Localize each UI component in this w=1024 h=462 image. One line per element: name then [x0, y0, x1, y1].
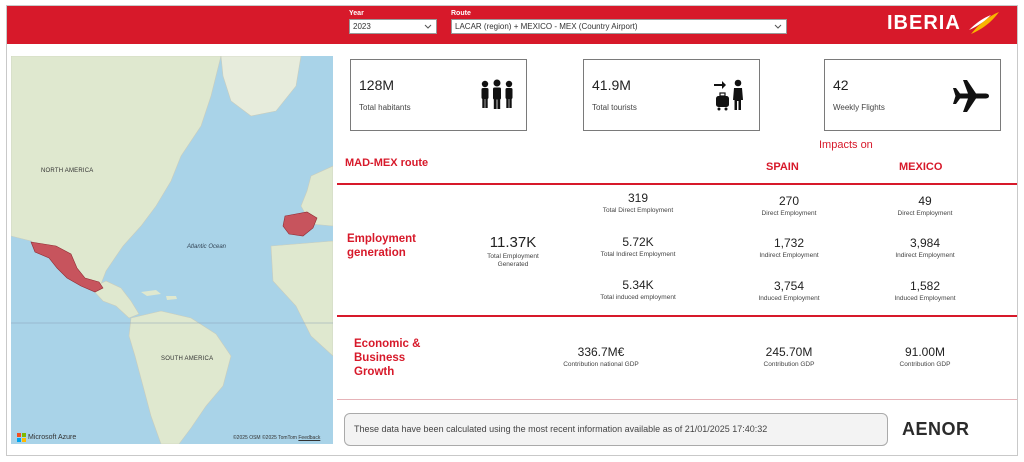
spain-induced-employment: 3,754 Induced Employment [724, 279, 854, 303]
world-map-graphic [11, 56, 333, 444]
kpi-value: 42 [833, 77, 849, 93]
year-filter: Year 2023 [349, 9, 437, 34]
microsoft-logo-icon [17, 433, 26, 442]
tourist-luggage-icon [714, 79, 743, 111]
map-label-north-america: NORTH AMERICA [41, 168, 94, 174]
year-dropdown[interactable]: 2023 [349, 19, 437, 34]
route-title: MAD-MEX route [345, 157, 429, 169]
year-filter-label: Year [349, 10, 364, 17]
economic-section-title: Economic & Business Growth [354, 338, 421, 378]
employment-section-title: Employment generation [347, 233, 417, 259]
divider-line [337, 183, 1017, 185]
mexico-induced-employment: 1,582 Induced Employment [860, 279, 990, 303]
metric-label: Contribution GDP [763, 361, 815, 368]
map-feedback-link[interactable]: Feedback [298, 435, 320, 441]
metric-label: Induced Employment [758, 295, 820, 302]
airplane-icon [953, 80, 989, 112]
data-calculation-note: These data have been calculated using th… [344, 413, 888, 446]
year-dropdown-value: 2023 [353, 22, 371, 31]
route-filter: Route LACAR (region) + MEXICO - MEX (Cou… [451, 9, 787, 34]
metric-value: 319 [627, 191, 649, 205]
metric-value: 336.7M€ [577, 345, 625, 359]
metric-label: Total Direct Employment [602, 207, 674, 214]
map-provider: Microsoft Azure [17, 433, 76, 442]
mexico-gdp-metric: 91.00M Contribution GDP [860, 345, 990, 369]
total-indirect-employment-metric: 5.72K Total Indirect Employment [573, 235, 703, 259]
total-induced-employment-metric: 5.34K Total induced employment [573, 278, 703, 302]
metric-value: 91.00M [904, 345, 946, 359]
metric-value: 1,732 [773, 236, 805, 250]
metric-value: 5.72K [622, 235, 654, 249]
map-copyright-text: ©2025 OSM ©2025 TomTom [233, 435, 297, 441]
iberia-wing-icon [969, 12, 999, 34]
route-map[interactable]: NORTH AMERICA Atlantic Ocean SOUTH AMERI… [11, 56, 333, 444]
metric-label: Indirect Employment [895, 252, 955, 259]
kpi-card-habitants: 128M Total habitants [350, 59, 527, 131]
divider-line [337, 315, 1017, 317]
metric-value: 11.37K [489, 234, 537, 251]
total-employment-metric: 11.37K Total Employment Generated [448, 234, 578, 269]
metric-value: 245.70M [765, 345, 813, 359]
map-copyright: ©2025 OSM ©2025 TomTom Feedback [233, 435, 320, 441]
map-label-south-america: SOUTH AMERICA [161, 356, 214, 362]
kpi-card-tourists: 41.9M Total tourists [583, 59, 760, 131]
kpi-label: Total tourists [592, 103, 637, 112]
metric-value: 5.34K [622, 278, 654, 292]
metric-label: Direct Employment [897, 210, 953, 217]
col-header-spain: SPAIN [766, 161, 799, 173]
metric-label: Induced Employment [894, 295, 956, 302]
national-gdp-metric: 336.7M€ Contribution national GDP [526, 345, 676, 369]
divider-line [337, 399, 1017, 400]
chevron-down-icon [424, 24, 432, 29]
map-provider-text: Microsoft Azure [28, 434, 77, 441]
iberia-logo: IBERIA [883, 10, 1003, 36]
total-direct-employment-metric: 319 Total Direct Employment [573, 191, 703, 215]
impacts-on-label: Impacts on [819, 139, 873, 151]
route-filter-label: Route [451, 10, 471, 17]
kpi-label: Weekly Flights [833, 103, 885, 112]
kpi-card-weekly-flights: 42 Weekly Flights [824, 59, 1001, 131]
metric-label: Direct Employment [761, 210, 817, 217]
metric-value: 49 [918, 194, 932, 208]
metric-label: Contribution national GDP [563, 361, 639, 368]
mexico-indirect-employment: 3,984 Indirect Employment [860, 236, 990, 260]
metric-value: 1,582 [909, 279, 941, 293]
col-header-mexico: MEXICO [899, 161, 943, 173]
metric-value: 270 [778, 194, 800, 208]
map-label-atlantic: Atlantic Ocean [187, 244, 227, 250]
metric-value: 3,984 [909, 236, 941, 250]
spain-indirect-employment: 1,732 Indirect Employment [724, 236, 854, 260]
iberia-logo-text: IBERIA [887, 12, 961, 34]
report-frame: Year 2023 Route LACAR (region) + MEXICO … [6, 5, 1018, 456]
kpi-value: 41.9M [592, 77, 631, 93]
spain-direct-employment: 270 Direct Employment [724, 194, 854, 218]
metric-value: 3,754 [773, 279, 805, 293]
metric-label: Total induced employment [600, 294, 676, 301]
chevron-down-icon [774, 24, 782, 29]
metric-label: Indirect Employment [759, 252, 819, 259]
header-bar: Year 2023 Route LACAR (region) + MEXICO … [7, 6, 1017, 44]
route-dropdown[interactable]: LACAR (region) + MEXICO - MEX (Country A… [451, 19, 787, 34]
people-group-icon [481, 79, 513, 109]
mexico-direct-employment: 49 Direct Employment [860, 194, 990, 218]
aenor-logo: AENOR [902, 419, 970, 439]
route-dropdown-value: LACAR (region) + MEXICO - MEX (Country A… [455, 22, 638, 31]
metric-label: Total Indirect Employment [600, 251, 676, 258]
metric-label: Contribution GDP [899, 361, 951, 368]
metric-label: Total Employment Generated [487, 253, 539, 268]
kpi-value: 128M [359, 77, 395, 93]
kpi-label: Total habitants [359, 103, 411, 112]
spain-gdp-metric: 245.70M Contribution GDP [724, 345, 854, 369]
